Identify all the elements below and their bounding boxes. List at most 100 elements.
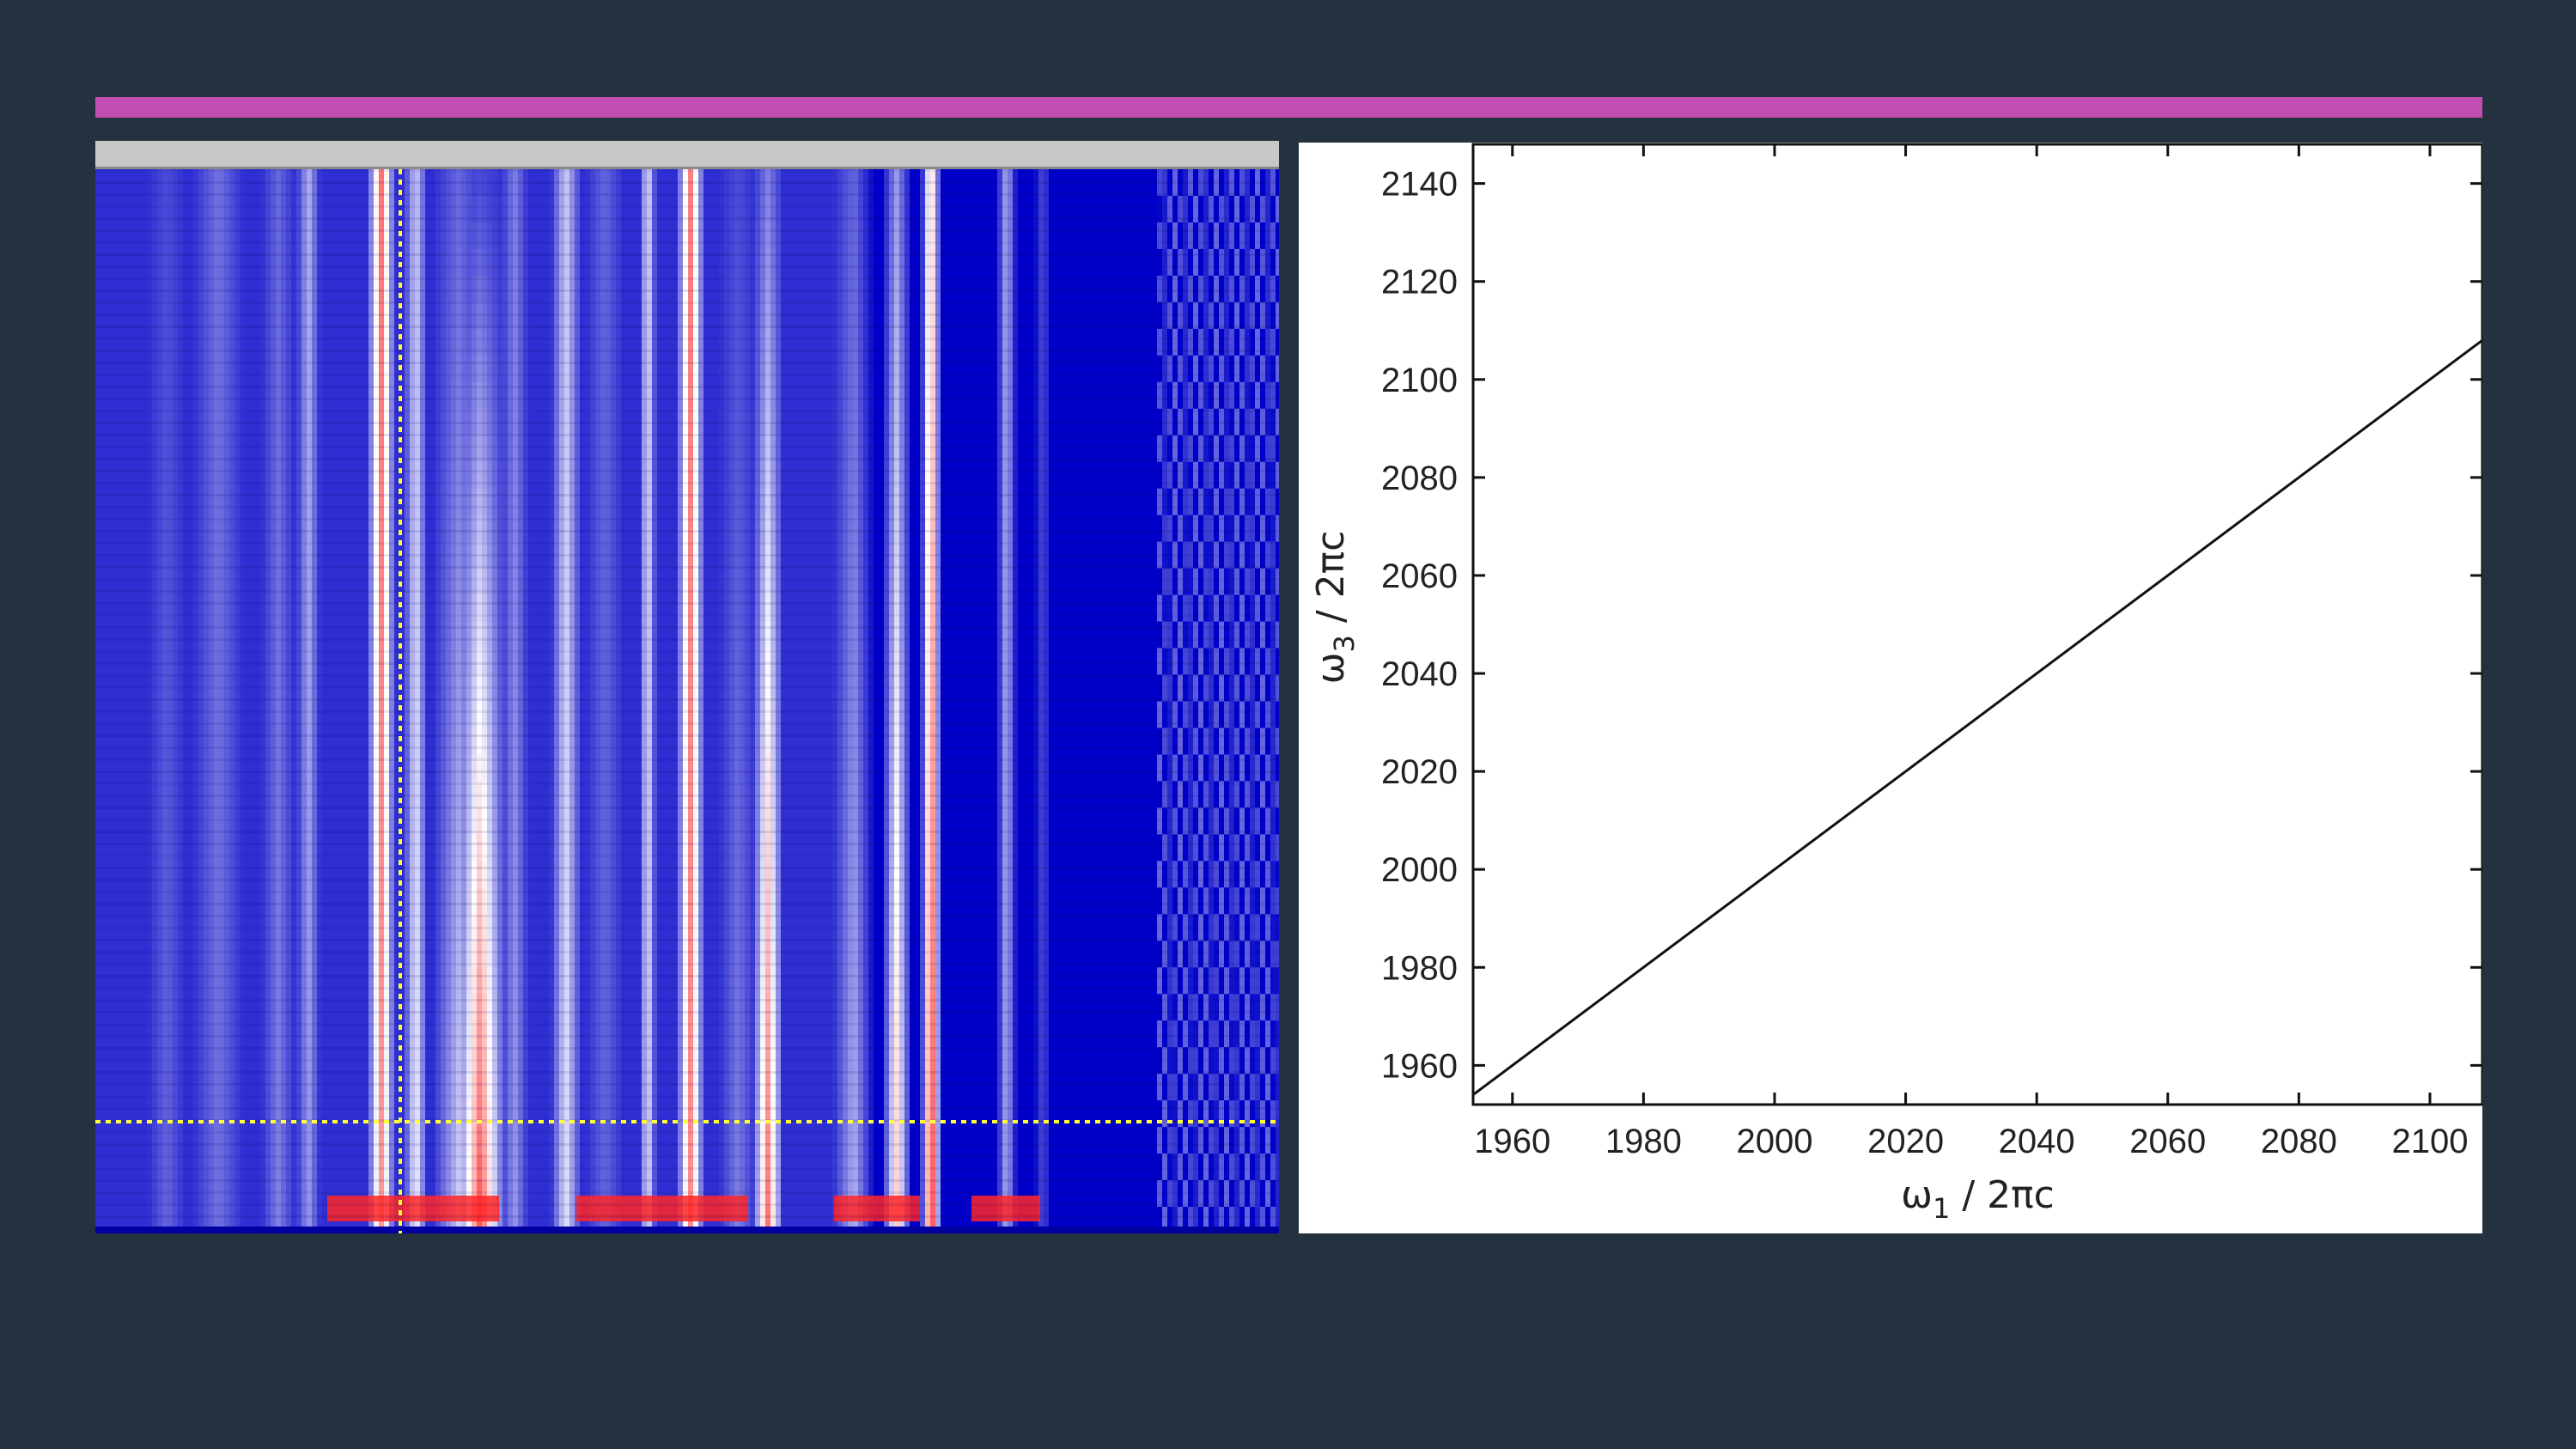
heatmap-cell <box>528 728 534 755</box>
heatmap-cell <box>224 594 230 623</box>
heatmap-cell <box>616 994 622 1021</box>
heatmap-cell <box>353 967 359 995</box>
heatmap-cell <box>502 834 509 861</box>
heatmap-cell <box>327 621 333 649</box>
heatmap-cell <box>487 994 493 1021</box>
heatmap-cell <box>719 967 725 995</box>
heatmap-cell <box>719 994 725 1021</box>
heatmap-cell <box>106 594 112 623</box>
heatmap-cell <box>492 861 498 888</box>
heatmap-cell <box>312 355 318 383</box>
heatmap-cell <box>554 994 560 1021</box>
heatmap-cell <box>585 994 591 1021</box>
heatmap-cell <box>580 461 586 490</box>
heatmap-cell <box>642 861 648 888</box>
heatmap-cell <box>405 728 411 755</box>
heatmap-cell <box>121 1100 127 1128</box>
heatmap-cell <box>157 594 163 623</box>
heatmap-cell <box>410 248 416 277</box>
heatmap-cell <box>636 1100 642 1128</box>
heatmap-cell <box>157 967 163 995</box>
heatmap-cell <box>204 222 210 250</box>
heatmap-cell <box>575 488 581 516</box>
heatmap-cell <box>204 248 210 277</box>
heatmap-cell <box>569 728 575 755</box>
heatmap-cell <box>456 461 462 490</box>
heatmap-cell <box>301 594 308 623</box>
heatmap-cell <box>559 594 565 623</box>
heatmap-cell <box>271 621 277 649</box>
heatmap-cell <box>410 355 416 383</box>
heatmap-cell <box>183 1127 189 1154</box>
heatmap-cell <box>368 248 375 277</box>
heatmap-cell <box>590 994 596 1021</box>
heatmap-cell <box>219 621 225 649</box>
heatmap-cell <box>575 994 581 1021</box>
heatmap-cell <box>425 994 431 1021</box>
heatmap-cell <box>111 222 117 250</box>
heatmap-cell <box>652 248 658 277</box>
heatmap-cell <box>142 861 148 888</box>
heatmap-cell <box>317 728 323 755</box>
heatmap-cell <box>616 1127 622 1154</box>
heatmap-cell <box>492 248 498 277</box>
heatmap-cell <box>379 248 385 277</box>
heatmap-cell <box>539 728 545 755</box>
heatmap-cell <box>616 594 622 623</box>
heatmap-cell <box>137 967 143 995</box>
heatmap-cell <box>167 834 174 861</box>
heatmap-cell <box>482 834 488 861</box>
heatmap-cell <box>729 1127 735 1154</box>
heatmap-cell <box>709 248 715 277</box>
heatmap-cell <box>173 621 179 649</box>
heatmap-cell <box>338 222 344 250</box>
heatmap-cell <box>348 728 354 755</box>
heatmap-cell <box>420 1100 426 1128</box>
heatmap-cell <box>652 728 658 755</box>
heatmap-cell <box>322 728 328 755</box>
heatmap-cell <box>621 248 627 277</box>
heatmap-cell <box>224 861 230 888</box>
heatmap-cell <box>559 222 565 250</box>
heatmap-cell <box>178 248 184 277</box>
heatmap-cell <box>271 594 277 623</box>
heatmap-cell <box>508 728 514 755</box>
heatmap-cell <box>652 222 658 250</box>
heatmap-cell <box>214 355 220 383</box>
heatmap-cell <box>198 248 204 277</box>
heatmap-cell <box>456 861 462 888</box>
heatmap-cell <box>616 621 622 649</box>
heatmap-cell <box>234 994 241 1021</box>
heatmap-cell <box>111 594 117 623</box>
heatmap-cell <box>714 461 720 490</box>
heatmap-cell <box>642 355 648 383</box>
heatmap-cell <box>667 994 673 1021</box>
heatmap-cell <box>734 488 740 516</box>
heatmap-cell <box>106 861 112 888</box>
heatmap-cell <box>142 834 148 861</box>
heatmap-cell <box>528 834 534 861</box>
heatmap-cell <box>631 834 637 861</box>
heatmap-cell <box>410 488 416 516</box>
heatmap-cell <box>554 594 560 623</box>
heatmap-cell <box>111 861 117 888</box>
heatmap-cell <box>167 1127 174 1154</box>
heatmap-cell <box>569 488 575 516</box>
heatmap-cell <box>384 222 390 250</box>
heatmap-cell <box>528 461 534 490</box>
heatmap-cell <box>265 1127 271 1154</box>
heatmap-cell <box>606 967 612 995</box>
heatmap-cell <box>332 834 338 861</box>
heatmap-cell <box>693 1127 699 1154</box>
heatmap-cell <box>276 994 282 1021</box>
heatmap-cell <box>678 222 684 250</box>
heatmap-cell <box>647 1127 653 1154</box>
heatmap-cell <box>554 728 560 755</box>
heatmap-cell <box>472 248 478 277</box>
heatmap-cell <box>724 621 730 649</box>
heatmap-cell <box>250 994 256 1021</box>
heatmap-cell <box>188 621 194 649</box>
heatmap-cell <box>523 861 529 888</box>
heatmap-cell <box>420 994 426 1021</box>
heatmap-cell <box>683 621 689 649</box>
